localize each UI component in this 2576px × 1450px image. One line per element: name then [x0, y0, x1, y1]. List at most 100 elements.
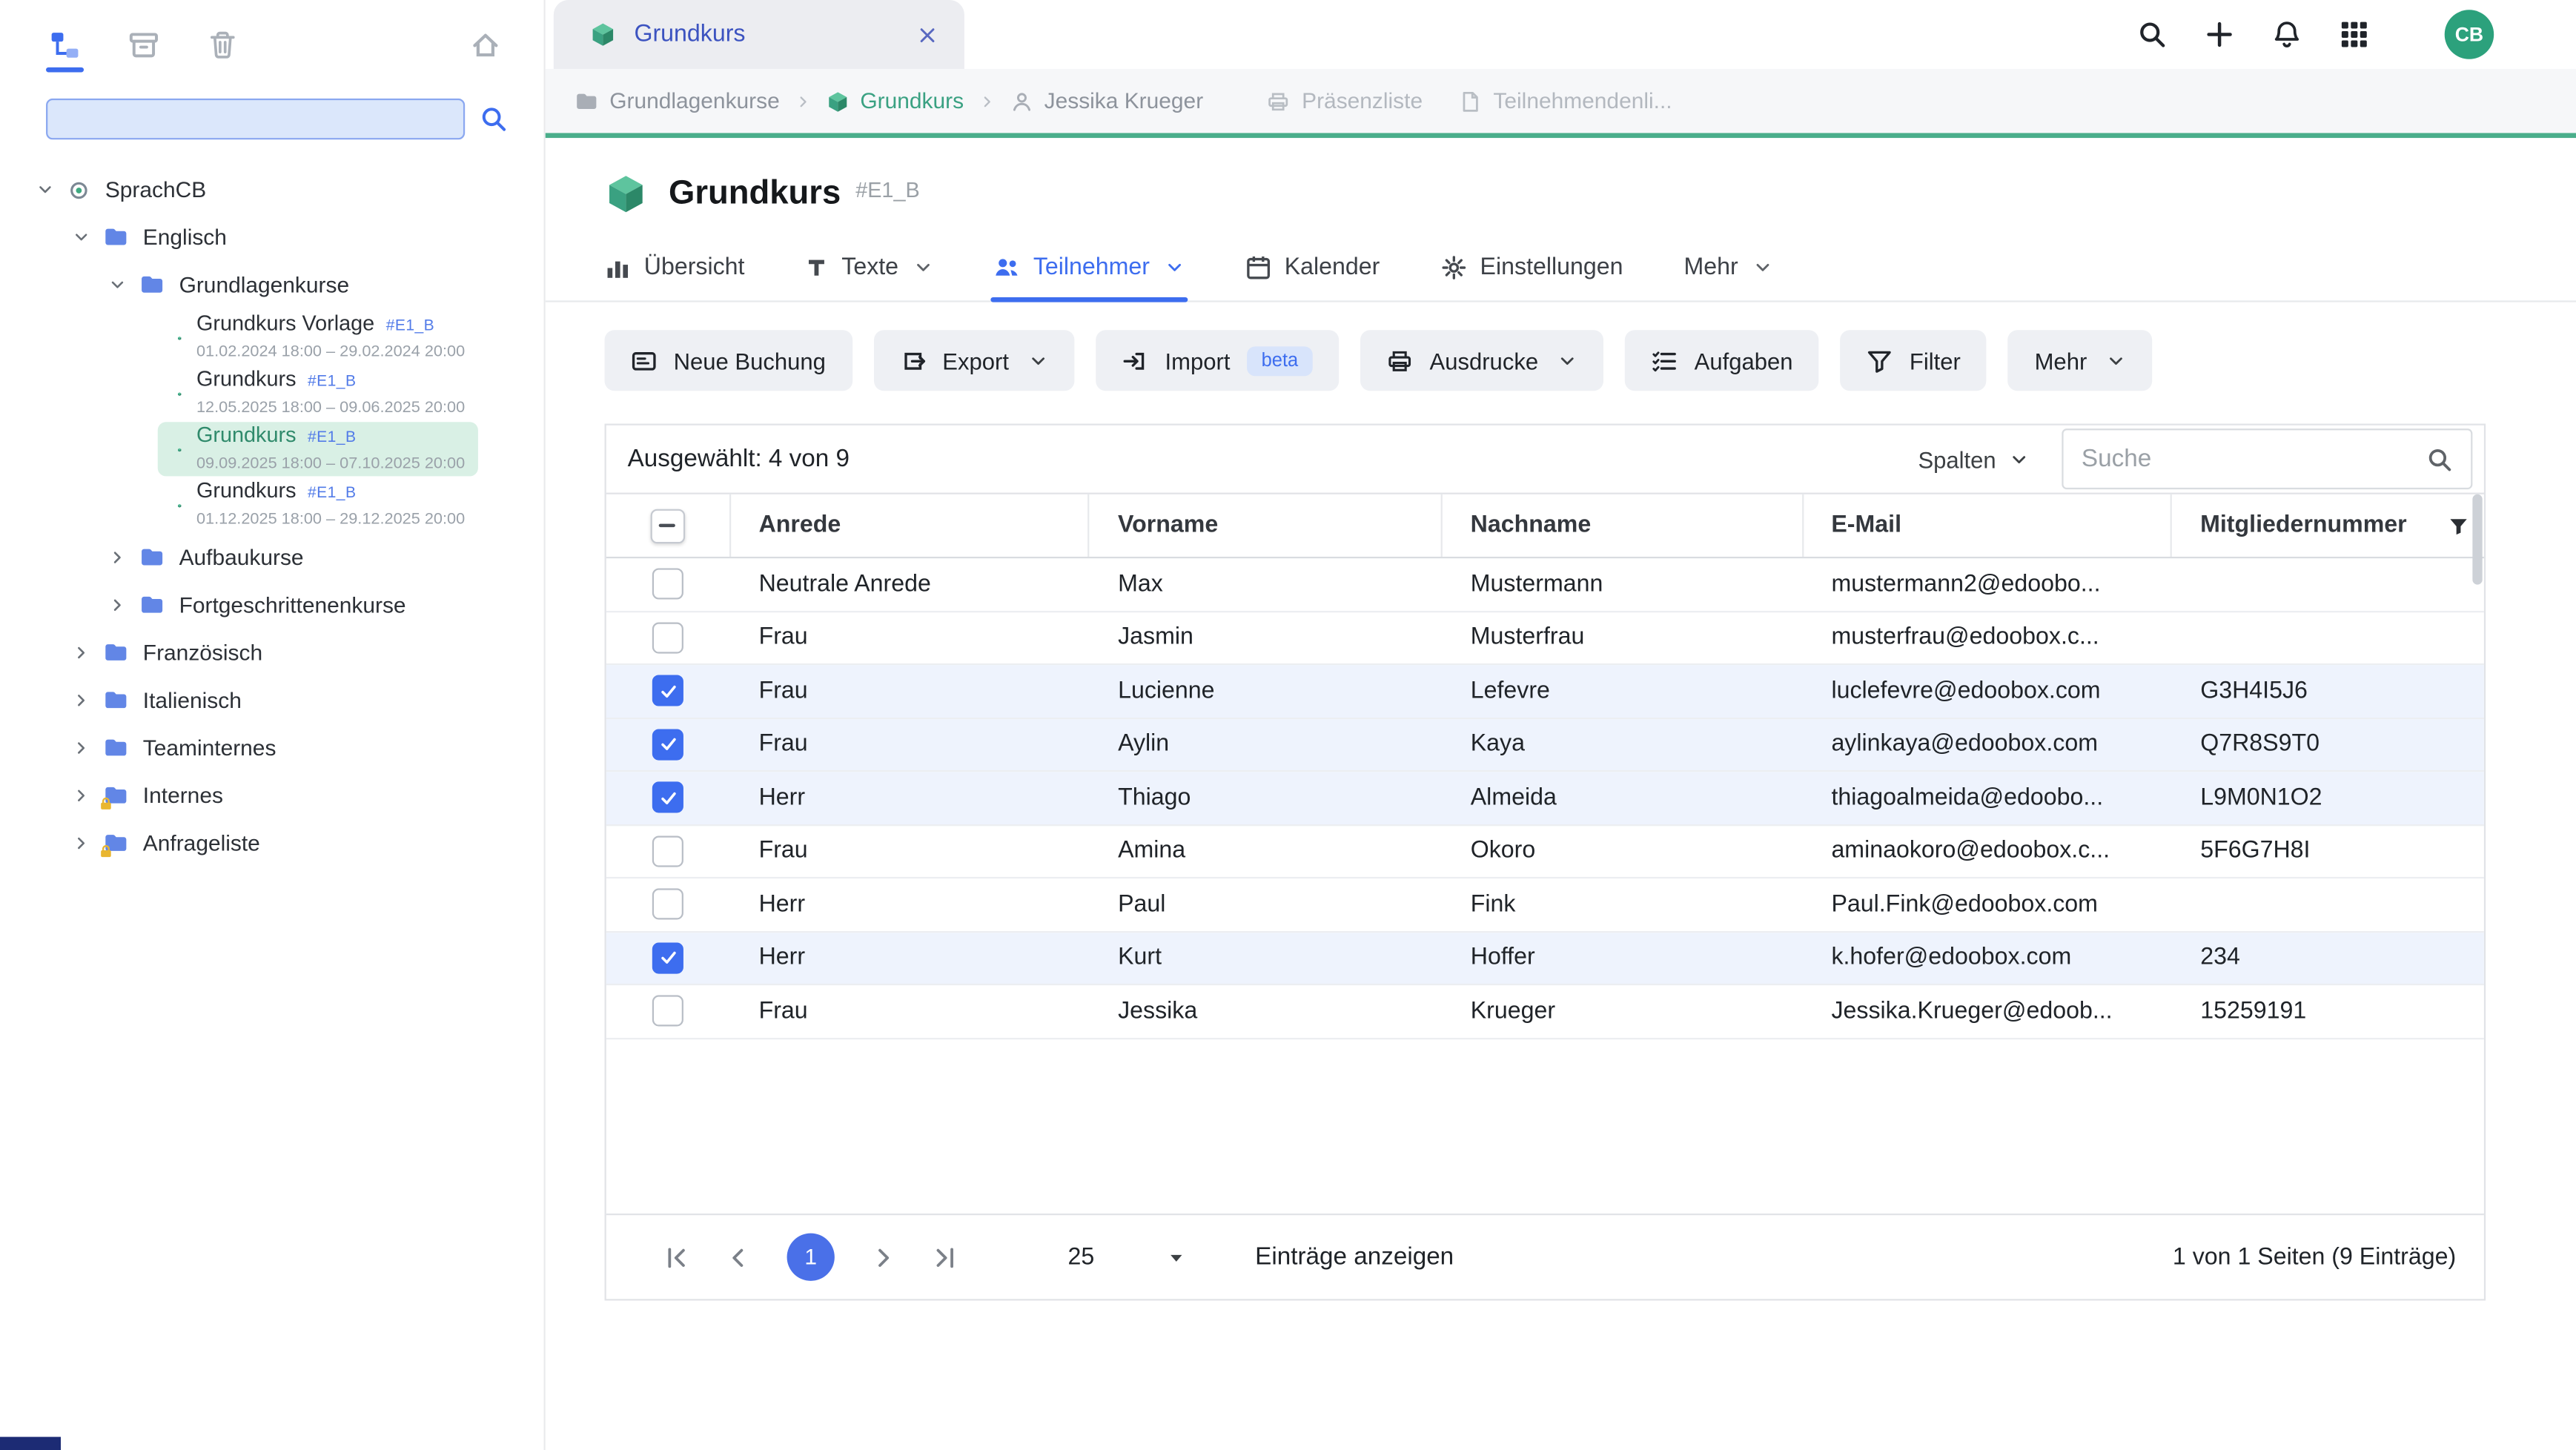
- tree-course[interactable]: Grundkurs#E1_B 12.05.2025 18:00 – 09.06.…: [158, 366, 478, 420]
- chevron-down-icon: [1558, 351, 1578, 371]
- prev-page-button[interactable]: [720, 1239, 756, 1275]
- breadcrumb-item-teilnehmendenliste[interactable]: Teilnehmendenli...: [1459, 89, 1672, 113]
- row-checkbox[interactable]: [653, 729, 684, 760]
- breadcrumb-item-grundlagenkurse[interactable]: Grundlagenkurse: [575, 89, 780, 113]
- current-page[interactable]: 1: [787, 1234, 835, 1281]
- locked-folder-icon: [104, 784, 128, 808]
- row-checkbox[interactable]: [653, 942, 684, 973]
- breadcrumb-item-praesenzliste[interactable]: Präsenzliste: [1268, 89, 1423, 113]
- table-row[interactable]: HerrPaul FinkPaul.Fink@edoobox.com: [606, 878, 2484, 932]
- next-page-button[interactable]: [866, 1239, 902, 1275]
- filter-button[interactable]: Filter: [1841, 330, 1987, 391]
- sidebar-search-input[interactable]: [46, 99, 465, 139]
- tree-course[interactable]: Grundkurs Vorlage#E1_B 01.02.2024 18:00 …: [158, 311, 478, 365]
- filter-icon[interactable]: [2448, 514, 2469, 536]
- tab-kalender[interactable]: Kalender: [1245, 254, 1380, 300]
- chevron-right-icon: [795, 93, 811, 109]
- table-row[interactable]: Neutrale AnredeMax Mustermannmustermann2…: [606, 558, 2484, 612]
- tree-node-italienisch[interactable]: Italienisch: [0, 677, 544, 724]
- last-page-button[interactable]: [927, 1239, 963, 1275]
- sidebar-bottom-handle[interactable]: [0, 1437, 61, 1450]
- tree-label: Grundlagenkurse: [179, 273, 350, 297]
- breadcrumb-item-grundkurs[interactable]: Grundkurs: [826, 89, 964, 113]
- ausdrucke-button[interactable]: Ausdrucke: [1360, 330, 1603, 391]
- row-checkbox[interactable]: [653, 675, 684, 706]
- open-tab-grundkurs[interactable]: Grundkurs: [554, 0, 964, 69]
- chevron-right-icon[interactable]: [73, 692, 90, 709]
- table-row[interactable]: FrauAmina Okoroaminaokoro@edoobox.c... 5…: [606, 825, 2484, 878]
- tab-mehr[interactable]: Mehr: [1684, 254, 1773, 300]
- table-row[interactable]: HerrThiago Almeidathiagoalmeida@edoobo..…: [606, 772, 2484, 825]
- sidebar-toolbar: [0, 0, 544, 76]
- trash-icon[interactable]: [207, 29, 238, 60]
- chevron-right-icon[interactable]: [73, 834, 90, 852]
- tree-node-fortgeschrittenenkurse[interactable]: Fortgeschrittenenkurse: [0, 581, 544, 629]
- notifications-bell-icon[interactable]: [2272, 20, 2302, 50]
- tree-node-internes[interactable]: Internes: [0, 772, 544, 819]
- tab-texte[interactable]: Texte: [805, 254, 933, 300]
- search-icon[interactable]: [480, 105, 508, 133]
- row-checkbox[interactable]: [653, 622, 684, 653]
- tree-node-aufbaukurse[interactable]: Aufbaukurse: [0, 534, 544, 581]
- tree-course-selected[interactable]: Grundkurs#E1_B 09.09.2025 18:00 – 07.10.…: [158, 422, 478, 476]
- export-icon: [900, 348, 926, 374]
- row-checkbox[interactable]: [653, 569, 684, 600]
- neue-buchung-button[interactable]: Neue Buchung: [605, 330, 852, 391]
- row-checkbox[interactable]: [653, 835, 684, 867]
- tree-label: Englisch: [143, 225, 227, 249]
- row-checkbox[interactable]: [653, 996, 684, 1027]
- breadcrumb-item-jessika-krueger[interactable]: Jessika Krueger: [1010, 89, 1203, 113]
- tree-node-sprachcb[interactable]: SprachCB: [0, 166, 544, 213]
- mehr-button[interactable]: Mehr: [2008, 330, 2153, 391]
- close-icon[interactable]: [917, 24, 938, 45]
- table-search-input[interactable]: [2082, 445, 2426, 473]
- global-search-icon[interactable]: [2137, 20, 2167, 50]
- course-dates: 09.09.2025 18:00 – 07.10.2025 20:00: [196, 455, 465, 473]
- table-row[interactable]: FrauJasmin Musterfraumusterfrau@edoobox.…: [606, 612, 2484, 665]
- chevron-right-icon[interactable]: [73, 739, 90, 757]
- chevron-right-icon[interactable]: [108, 596, 126, 614]
- tree-node-grundlagenkurse[interactable]: Grundlagenkurse: [0, 261, 544, 308]
- page-size-select[interactable]: 25: [1068, 1244, 1187, 1270]
- aufgaben-button[interactable]: Aufgaben: [1626, 330, 1819, 391]
- tree-view-icon[interactable]: [49, 29, 80, 60]
- chevron-down-icon[interactable]: [73, 228, 90, 246]
- apps-grid-icon[interactable]: [2340, 20, 2369, 50]
- search-icon[interactable]: [2426, 446, 2452, 471]
- export-button[interactable]: Export: [873, 330, 1074, 391]
- folder-icon: [139, 593, 164, 618]
- tree-node-anfrageliste[interactable]: Anfrageliste: [0, 819, 544, 867]
- tab-teilnehmer[interactable]: Teilnehmer: [994, 254, 1185, 300]
- chevron-down-icon[interactable]: [36, 181, 54, 199]
- beta-badge: beta: [1247, 345, 1314, 375]
- row-checkbox[interactable]: [653, 889, 684, 920]
- organization-icon: [67, 178, 90, 201]
- table-row[interactable]: FrauLucienne Lefevreluclefevre@edoobox.c…: [606, 665, 2484, 718]
- tree-node-franzoesisch[interactable]: Französisch: [0, 629, 544, 676]
- spalten-dropdown[interactable]: Spalten: [1918, 446, 2029, 471]
- add-icon[interactable]: [2205, 20, 2234, 50]
- first-page-button[interactable]: [659, 1239, 695, 1275]
- table-row[interactable]: FrauAylin Kayaaylinkaya@edoobox.com Q7R8…: [606, 718, 2484, 772]
- chevron-down-icon[interactable]: [108, 276, 126, 294]
- chevron-right-icon[interactable]: [73, 787, 90, 804]
- row-checkbox[interactable]: [653, 782, 684, 813]
- chevron-right-icon[interactable]: [108, 549, 126, 566]
- tree-course[interactable]: Grundkurs#E1_B 01.12.2025 18:00 – 29.12.…: [158, 478, 478, 532]
- table-scrollbar[interactable]: [2472, 494, 2482, 1212]
- table-row[interactable]: HerrKurt Hofferk.hofer@edoobox.com 234: [606, 932, 2484, 985]
- text-icon: [805, 256, 828, 279]
- chevron-down-icon: [1029, 351, 1049, 371]
- select-all-checkbox[interactable]: [650, 509, 685, 543]
- avatar[interactable]: CB: [2445, 10, 2494, 59]
- chevron-right-icon[interactable]: [73, 643, 90, 661]
- tree-node-teaminternes[interactable]: Teaminternes: [0, 724, 544, 772]
- pagination-summary: 1 von 1 Seiten (9 Einträge): [2173, 1244, 2456, 1270]
- tab-einstellungen[interactable]: Einstellungen: [1440, 254, 1623, 300]
- import-button[interactable]: Import beta: [1096, 330, 1339, 391]
- home-icon[interactable]: [470, 29, 501, 60]
- tree-node-englisch[interactable]: Englisch: [0, 213, 544, 261]
- tab-uebersicht[interactable]: Übersicht: [605, 254, 745, 300]
- table-row[interactable]: FrauJessika KruegerJessika.Krueger@edoob…: [606, 985, 2484, 1039]
- archive-icon[interactable]: [128, 29, 159, 60]
